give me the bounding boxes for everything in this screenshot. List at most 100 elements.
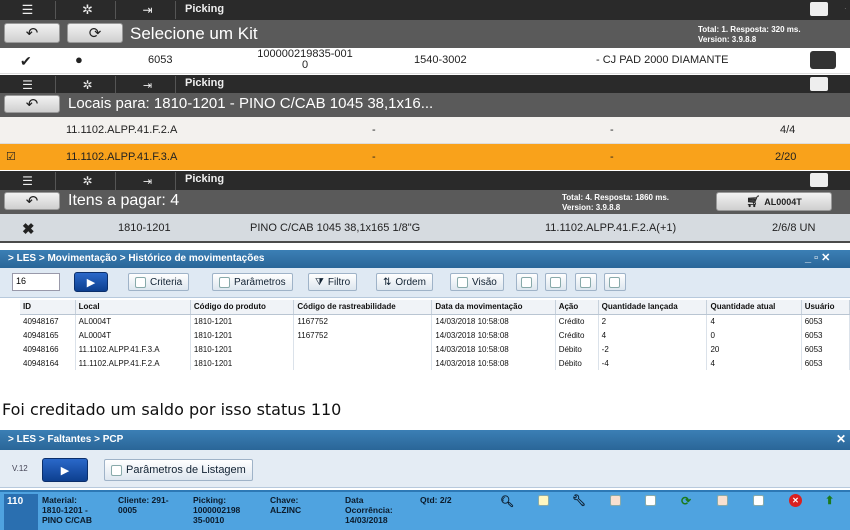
export-icon[interactable] — [753, 495, 764, 508]
table-row[interactable]: 40948165 AL0004T 1810-1201 1167752 14/03/201… — [20, 328, 850, 342]
export-button[interactable] — [516, 273, 538, 291]
filter-label: Filtro — [327, 276, 351, 288]
col-trace[interactable]: Código de rastreabilidade — [293, 300, 433, 315]
col-local[interactable]: Local — [75, 300, 191, 315]
run-button[interactable]: ▶ — [42, 458, 88, 482]
view-button[interactable]: Visão — [450, 273, 504, 291]
listing-params-button[interactable]: Parâmetros de Listagem — [104, 459, 253, 481]
params-button[interactable]: Parâmetros — [212, 273, 293, 291]
search-icon[interactable]: 🔍︎ — [500, 495, 514, 508]
check-icon: ✔ — [20, 53, 32, 69]
cell-trace: 1167752 — [293, 314, 433, 328]
col-action[interactable]: Ação — [555, 300, 599, 315]
kit-row[interactable]: ✔ ● 6053 100000219835-001 0 1540-3002 - … — [0, 48, 850, 74]
page-title: Locais para: 1810-1201 - PINO C/CAB 1045… — [68, 95, 434, 112]
table-row[interactable]: 40948167 AL0004T 1810-1201 1167752 14/03/201… — [20, 314, 850, 328]
pcp-row[interactable]: 110 Material: 1810-1201 - PINO C/CAB Cli… — [0, 490, 850, 530]
mail-icon[interactable] — [810, 2, 828, 16]
back-button[interactable]: ↶ — [4, 95, 60, 113]
cart-button[interactable]: 🛒︎ AL0004T — [716, 192, 832, 211]
cell-local: AL0004T — [75, 314, 191, 328]
back-button[interactable]: ↶ — [4, 192, 60, 210]
save-icon — [550, 276, 561, 288]
menu-icon[interactable]: ☰ — [0, 76, 56, 94]
run-button[interactable]: ▶ — [74, 272, 108, 292]
refresh-green-icon[interactable]: ⟳ — [681, 494, 691, 508]
order-label: Ordem — [395, 276, 426, 288]
kit-desc: - CJ PAD 2000 DIAMANTE — [596, 54, 729, 66]
cell-qty-current: 4 — [706, 314, 802, 328]
version-label: V.12 — [12, 464, 28, 473]
calendar-icon[interactable] — [717, 495, 728, 508]
page-add-icon[interactable] — [645, 495, 656, 508]
export-icon — [521, 276, 532, 288]
locais-row-1[interactable]: 11.1102.ALPP.41.F.2.A - - 4/4 — [0, 117, 850, 144]
loc-qty: 4/4 — [780, 124, 796, 136]
calendar-add-icon[interactable] — [610, 495, 621, 508]
data-label: Data — [345, 495, 364, 505]
item-loc: 11.1102.ALPP.41.F.2.A(+1) — [545, 222, 677, 234]
data-block: Data Ocorrência: 14/03/2018 — [345, 495, 393, 525]
code-icon — [580, 276, 591, 288]
col-date[interactable]: Data da movimentação — [431, 300, 556, 315]
logout-icon[interactable]: ⇥ — [120, 172, 176, 190]
wrench-icon[interactable]: 🔧︎ — [572, 494, 586, 507]
app-label: Picking — [185, 3, 225, 15]
window-controls[interactable]: _ ▫ ✕ — [805, 251, 830, 264]
checked-icon: ☑ — [6, 151, 16, 163]
cell-user: 6053 — [801, 328, 850, 342]
delete-icon[interactable]: ✕ — [789, 494, 802, 507]
loc-code: 11.1102.ALPP.41.F.3.A — [66, 151, 178, 163]
cell-date: 14/03/2018 10:58:08 — [431, 314, 556, 328]
filter-button[interactable]: ⧩ Filtro — [308, 273, 358, 291]
cell-qty-launched: 2 — [598, 314, 708, 328]
funnel-icon: ⧩ — [315, 276, 324, 288]
menu-icon[interactable]: ☰ — [0, 1, 56, 19]
criteria-button[interactable]: Criteria — [128, 273, 190, 291]
tag-icon — [219, 276, 230, 288]
cliente-label: Cliente: 291- — [118, 495, 169, 505]
cell-qty-current: 20 — [706, 342, 802, 356]
top-bar-3: ☰ ✲ ⇥ Picking — [0, 171, 850, 190]
response-meta: Total: 1. Resposta: 320 ms. Version: 3.9… — [698, 25, 801, 45]
mail-icon[interactable] — [810, 173, 828, 187]
refresh-button[interactable]: ⟳ — [67, 23, 123, 43]
col-id[interactable]: ID — [20, 300, 76, 315]
gear-icon[interactable]: ✲ — [60, 172, 116, 190]
top-bar-2: ☰ ✲ ⇥ Picking — [0, 75, 850, 94]
cell-id: 40948164 — [20, 356, 76, 370]
cell-product: 1810-1201 — [190, 314, 295, 328]
cell-trace — [293, 356, 433, 370]
cell-user: 6053 — [801, 314, 850, 328]
table-row[interactable]: 40948166 11.1102.ALPP.41.F.3.A 1810-1201 14… — [20, 342, 850, 356]
picking-label: Picking: — [193, 495, 227, 505]
back-button[interactable]: ↶ — [4, 23, 60, 43]
locais-row-2[interactable]: ☑ 11.1102.ALPP.41.F.3.A - - 2/20 — [0, 144, 850, 170]
order-button[interactable]: ⇅ Ordem — [376, 273, 433, 291]
edit-icon[interactable] — [538, 495, 549, 508]
col-user[interactable]: Usuário — [801, 300, 850, 315]
col-qty-launched[interactable]: Quantidade lançada — [598, 300, 708, 315]
page-size-value: 16 — [16, 276, 27, 286]
mail-icon[interactable] — [810, 77, 828, 91]
meta-line-1: Total: 4. Resposta: 1860 ms. — [562, 193, 669, 202]
tools-button[interactable] — [604, 273, 626, 291]
col-product[interactable]: Código do produto — [190, 300, 295, 315]
upload-icon[interactable]: ⬆ — [825, 494, 834, 507]
close-icon[interactable]: ✕ — [836, 432, 846, 446]
col-qty-current[interactable]: Quantidade atual — [706, 300, 802, 315]
menu-icon[interactable]: ☰ — [0, 172, 56, 190]
logout-icon[interactable]: ⇥ — [120, 1, 176, 19]
gear-icon[interactable]: ✲ — [60, 1, 116, 19]
code-button[interactable] — [575, 273, 597, 291]
cliente-block: Cliente: 291- 0005 — [118, 495, 169, 515]
save-button[interactable] — [545, 273, 567, 291]
boxes-icon[interactable] — [810, 51, 836, 69]
itens-row[interactable]: ✖ 1810-1201 PINO C/CAB 1045 38,1x165 1/8… — [0, 214, 850, 243]
logout-icon[interactable]: ⇥ — [120, 76, 176, 94]
table-row[interactable]: 40948164 11.1102.ALPP.41.F.2.A 1810-1201 14… — [20, 356, 850, 370]
remove-icon[interactable]: ✖ — [22, 220, 35, 238]
page-size-input[interactable]: 16 — [12, 273, 60, 291]
gear-icon[interactable]: ✲ — [60, 76, 116, 94]
cliente-value: 0005 — [118, 505, 137, 515]
